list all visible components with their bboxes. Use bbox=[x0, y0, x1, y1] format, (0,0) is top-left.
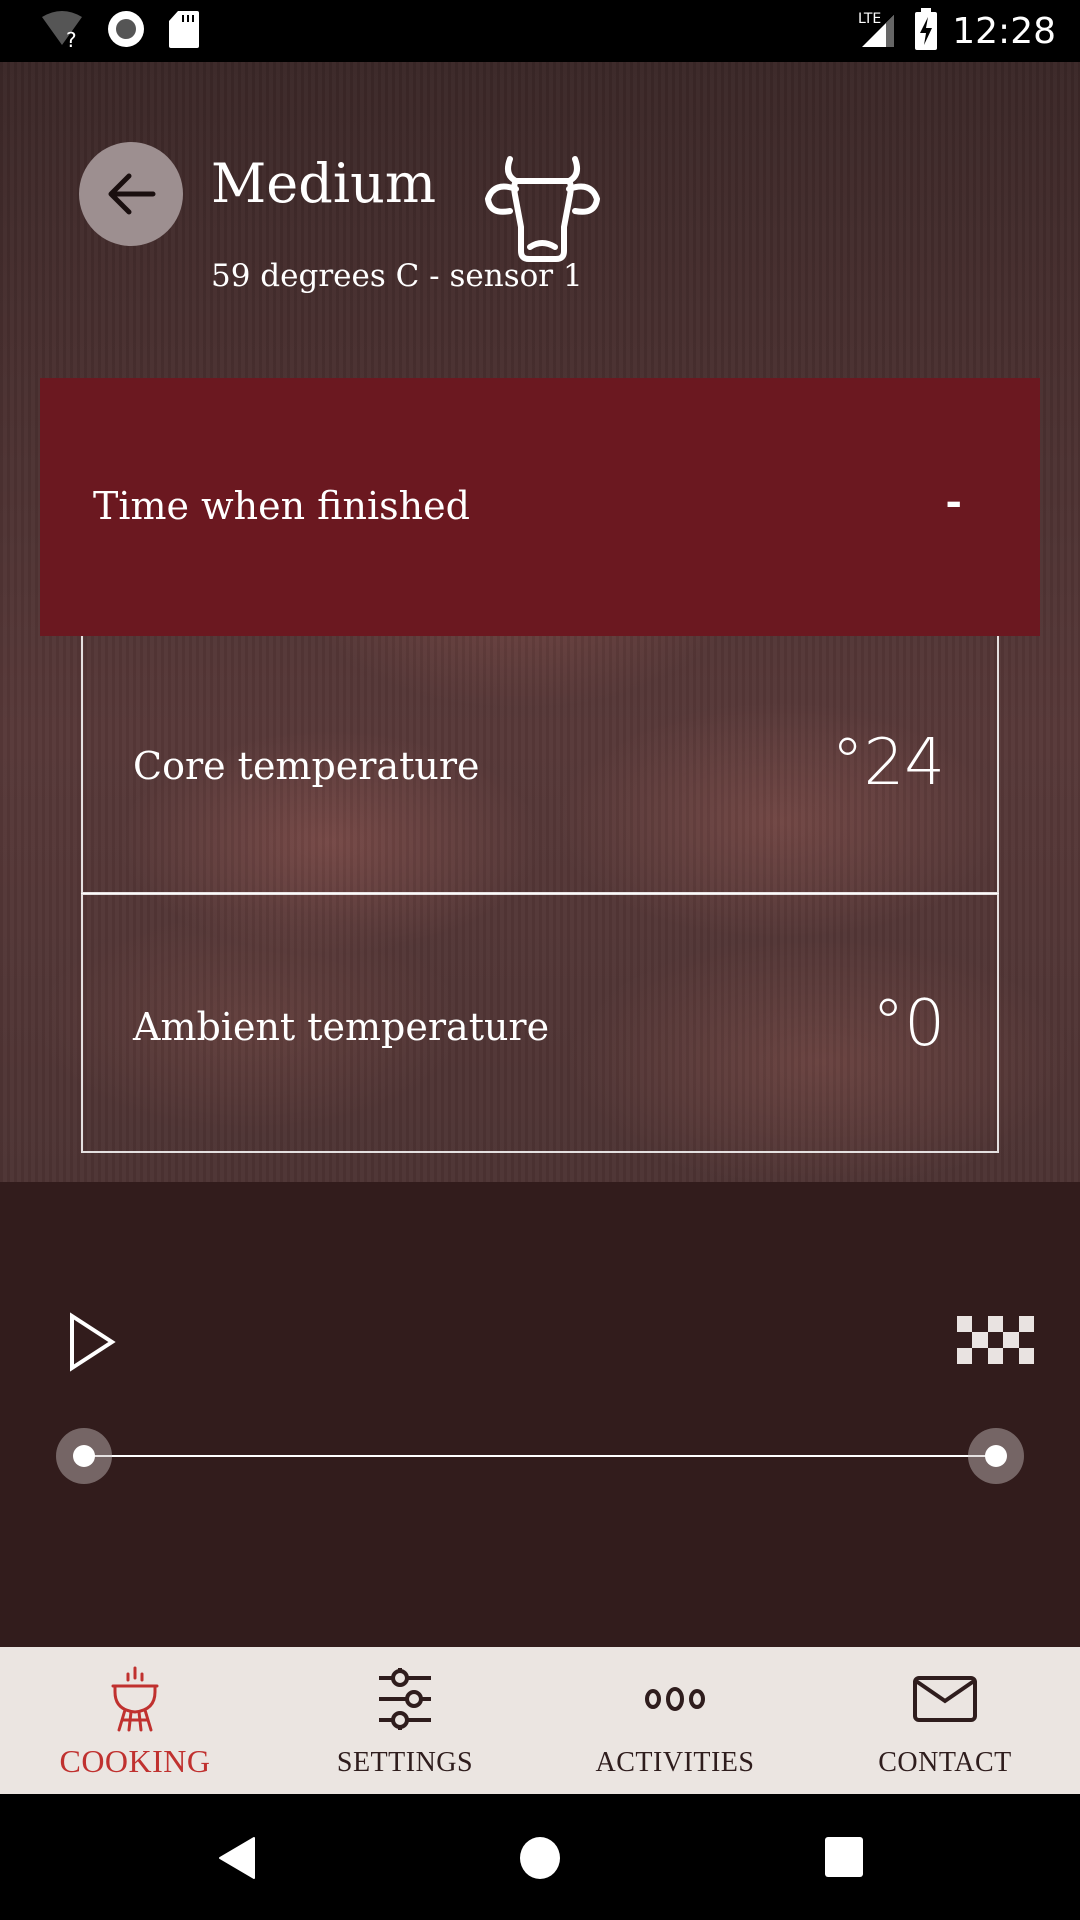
core-temperature-card: Core temperature °24 bbox=[81, 636, 999, 894]
signal-icon: LTE bbox=[858, 9, 900, 53]
back-button[interactable] bbox=[79, 142, 183, 246]
progress-slider[interactable] bbox=[56, 1428, 1024, 1484]
core-temperature-value: °24 bbox=[831, 726, 945, 800]
nav-item-activities[interactable]: ACTIVITIES bbox=[540, 1647, 810, 1794]
play-icon[interactable] bbox=[68, 1312, 118, 1372]
sensor-subtitle: 59 degrees C - sensor 1 bbox=[211, 258, 583, 294]
system-navigation-bar bbox=[0, 1794, 1080, 1920]
dots-icon bbox=[645, 1687, 705, 1711]
sd-card-icon bbox=[168, 9, 200, 53]
grill-icon bbox=[111, 1666, 159, 1732]
nav-label-contact: CONTACT bbox=[878, 1747, 1012, 1778]
svg-text:?: ? bbox=[66, 28, 77, 49]
page-title: Medium bbox=[211, 152, 437, 215]
system-home-icon[interactable] bbox=[519, 1836, 561, 1880]
finish-time-panel: Time when finished - bbox=[40, 378, 1040, 636]
nav-item-settings[interactable]: SETTINGS bbox=[270, 1647, 540, 1794]
wifi-unknown-icon: ? bbox=[40, 9, 84, 53]
battery-charging-icon bbox=[914, 8, 938, 54]
clock: 12:28 bbox=[952, 10, 1056, 52]
cow-icon bbox=[484, 156, 601, 262]
slider-end-thumb[interactable] bbox=[968, 1428, 1024, 1484]
finish-time-label: Time when finished bbox=[93, 484, 470, 528]
ambient-temperature-card: Ambient temperature °0 bbox=[81, 893, 999, 1153]
system-back-icon[interactable] bbox=[216, 1836, 258, 1880]
sliders-icon bbox=[379, 1668, 431, 1730]
nav-item-contact[interactable]: CONTACT bbox=[810, 1647, 1080, 1794]
ambient-temperature-value: °0 bbox=[872, 987, 945, 1061]
slider-start-thumb[interactable] bbox=[56, 1428, 112, 1484]
nav-label-cooking: COOKING bbox=[59, 1743, 211, 1779]
arrow-left-icon bbox=[108, 173, 156, 215]
envelope-icon bbox=[913, 1676, 977, 1722]
nav-label-settings: SETTINGS bbox=[336, 1747, 474, 1778]
system-recents-icon[interactable] bbox=[824, 1836, 864, 1878]
nav-label-activities: ACTIVITIES bbox=[595, 1747, 755, 1778]
svg-text:LTE: LTE bbox=[858, 11, 881, 27]
ambient-temperature-label: Ambient temperature bbox=[133, 1005, 550, 1049]
checkered-flag-icon bbox=[957, 1316, 1034, 1364]
status-bar: ? LTE 12:28 bbox=[0, 0, 1080, 62]
finish-time-value: - bbox=[945, 478, 962, 525]
core-temperature-label: Core temperature bbox=[133, 744, 480, 788]
control-panel bbox=[0, 1182, 1080, 1647]
record-icon bbox=[106, 9, 146, 53]
nav-item-cooking[interactable]: COOKING bbox=[0, 1647, 270, 1794]
bottom-navigation: COOKING SETTINGS ACTIVITIES CONTACT bbox=[0, 1647, 1080, 1794]
slider-track bbox=[84, 1455, 996, 1457]
